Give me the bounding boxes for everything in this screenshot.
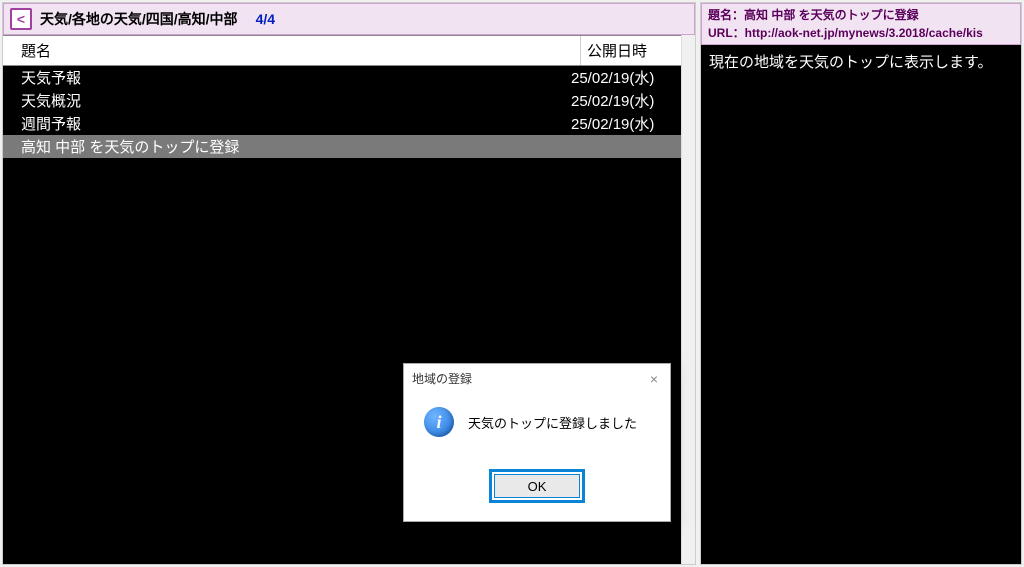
close-button[interactable]: × [646,371,662,387]
table-row[interactable]: 高知 中部 を天気のトップに登録 [3,135,681,158]
close-icon: × [650,371,658,387]
row-title: 高知 中部 を天気のトップに登録 [21,136,571,157]
table-row[interactable]: 天気概況 25/02/19(水) [3,89,681,112]
detail-body: 現在の地域を天気のトップに表示します。 [701,45,1021,564]
detail-url-label: URL： [708,26,745,40]
column-header-date[interactable]: 公開日時 [581,36,681,65]
info-glyph: i [436,412,441,433]
table-row[interactable]: 週間予報 25/02/19(水) [3,112,681,135]
dialog-body: i 天気のトップに登録しました [404,393,670,459]
row-date: 25/02/19(水) [571,67,681,88]
breadcrumb-path: 天気/各地の天気/四国/高知/中部 [40,9,238,29]
page-counter: 4/4 [256,11,275,27]
detail-title-value: 高知 中部 を天気のトップに登録 [744,8,919,22]
chevron-left-icon: < [17,12,25,26]
ok-button[interactable]: OK [494,474,580,498]
vertical-scrollbar[interactable] [681,35,695,564]
detail-url-value: http://aok-net.jp/mynews/3.2018/cache/ki… [745,26,983,40]
detail-title-label: 題名： [708,8,744,22]
dialog-message: 天気のトップに登録しました [468,413,637,432]
dialog-footer: OK [404,459,670,521]
right-panel: 題名：高知 中部 を天気のトップに登録 URL：http://aok-net.j… [700,2,1022,565]
ok-button-focus-ring: OK [489,469,585,503]
detail-text: 現在の地域を天気のトップに表示します。 [709,54,993,71]
row-date: 25/02/19(水) [571,90,681,111]
detail-header: 題名：高知 中部 を天気のトップに登録 URL：http://aok-net.j… [701,3,1021,45]
table-row[interactable]: 天気予報 25/02/19(水) [3,66,681,89]
row-date: 25/02/19(水) [571,113,681,134]
info-dialog: 地域の登録 × i 天気のトップに登録しました OK [403,363,671,522]
row-title: 天気予報 [21,67,571,88]
back-button[interactable]: < [10,8,32,30]
row-title: 週間予報 [21,113,571,134]
row-title: 天気概況 [21,90,571,111]
dialog-title: 地域の登録 [412,370,472,387]
column-header-title[interactable]: 題名 [3,36,581,65]
dialog-titlebar: 地域の登録 × [404,364,670,393]
breadcrumb-bar: < 天気/各地の天気/四国/高知/中部 4/4 [3,3,695,35]
table-header: 題名 公開日時 [3,35,681,66]
info-icon: i [424,407,454,437]
